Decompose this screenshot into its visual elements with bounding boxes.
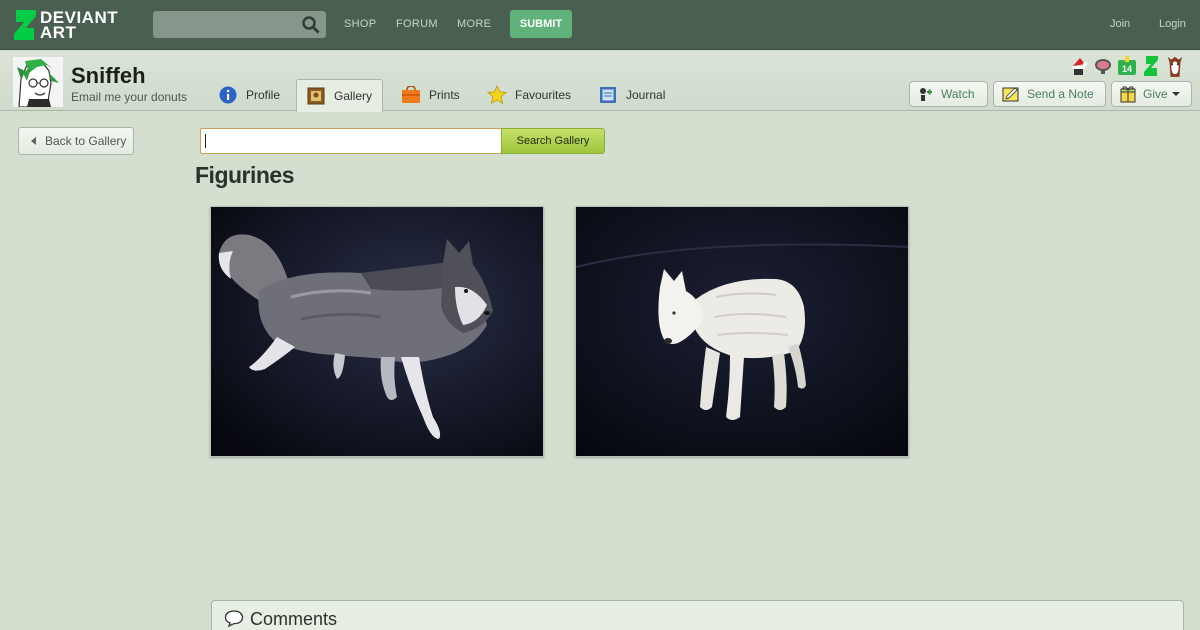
gift-icon xyxy=(1120,85,1136,103)
white-wolf-figurine-image xyxy=(576,207,908,456)
info-icon xyxy=(218,85,238,105)
nav-forum[interactable]: FORUM xyxy=(396,18,438,30)
tab-favourites[interactable]: Favourites xyxy=(477,79,581,111)
folder-title: Figurines xyxy=(195,162,295,188)
username[interactable]: Sniffeh xyxy=(71,63,146,89)
anniversary-number: 14 xyxy=(1122,64,1132,74)
profile-header: Sniffeh Email me your donuts Profile Gal… xyxy=(0,51,1200,112)
santa-badge[interactable] xyxy=(1069,55,1089,77)
husky-figurine-image xyxy=(211,207,543,456)
comments-title: Comments xyxy=(250,609,338,629)
tab-profile[interactable]: Profile xyxy=(208,79,290,111)
note-icon xyxy=(1002,86,1020,102)
send-note-button[interactable]: Send a Note xyxy=(993,81,1106,107)
note-label: Send a Note xyxy=(1027,87,1094,101)
tab-label: Profile xyxy=(246,88,281,102)
tab-journal[interactable]: Journal xyxy=(588,79,675,111)
deviantart-logo-icon xyxy=(14,10,36,40)
watch-button[interactable]: Watch xyxy=(909,81,988,107)
user-tagline: Email me your donuts xyxy=(71,90,188,104)
join-link[interactable]: Join xyxy=(1110,18,1130,30)
avatar[interactable] xyxy=(13,57,63,107)
prints-icon xyxy=(401,85,421,105)
tab-label: Prints xyxy=(429,88,460,102)
top-bar: DEVIANT ART SHOP FORUM MORE SUBMIT Join … xyxy=(0,0,1200,50)
badge-row: 14 xyxy=(1069,55,1185,77)
back-to-gallery-button[interactable]: Back to Gallery xyxy=(18,127,134,155)
text-caret xyxy=(205,134,206,148)
star-icon xyxy=(487,85,507,105)
devious-badge[interactable] xyxy=(1141,55,1161,77)
nav-shop[interactable]: SHOP xyxy=(344,18,376,30)
tab-gallery[interactable]: Gallery xyxy=(296,79,383,112)
comments-section: Comments xyxy=(211,600,1184,630)
journal-icon xyxy=(598,85,618,105)
chevron-left-icon xyxy=(31,137,36,145)
submit-button[interactable]: SUBMIT xyxy=(510,10,572,38)
login-link[interactable]: Login xyxy=(1159,18,1186,30)
logo-wordmark: DEVIANT ART xyxy=(40,9,118,42)
give-label: Give xyxy=(1143,87,1168,101)
give-button[interactable]: Give xyxy=(1111,81,1192,107)
brain-badge[interactable] xyxy=(1093,55,1113,77)
tab-label: Journal xyxy=(626,88,666,102)
search-icon[interactable] xyxy=(302,16,320,34)
nav-more[interactable]: MORE xyxy=(457,18,491,30)
llama-badge[interactable] xyxy=(1165,55,1185,77)
tab-prints[interactable]: Prints xyxy=(391,79,470,111)
tab-label: Favourites xyxy=(515,88,572,102)
gallery-thumbnail-white-wolf[interactable] xyxy=(575,206,909,457)
anniversary-badge[interactable]: 14 xyxy=(1117,55,1137,77)
chevron-down-icon xyxy=(1171,92,1180,96)
back-label: Back to Gallery xyxy=(45,134,127,148)
gallery-thumbnail-husky[interactable] xyxy=(210,206,544,457)
speech-bubble-icon xyxy=(224,610,244,627)
gallery-icon xyxy=(307,86,326,106)
search-gallery-button[interactable]: Search Gallery xyxy=(501,128,605,154)
watch-icon xyxy=(918,86,934,102)
tab-label: Gallery xyxy=(333,89,372,103)
deviantart-logo[interactable]: DEVIANT ART xyxy=(14,9,118,42)
gallery-search-input[interactable] xyxy=(200,128,502,154)
site-search-input[interactable] xyxy=(153,11,326,38)
logo-text-line2: ART xyxy=(40,23,77,42)
watch-label: Watch xyxy=(941,87,975,101)
avatar-image xyxy=(13,57,63,107)
